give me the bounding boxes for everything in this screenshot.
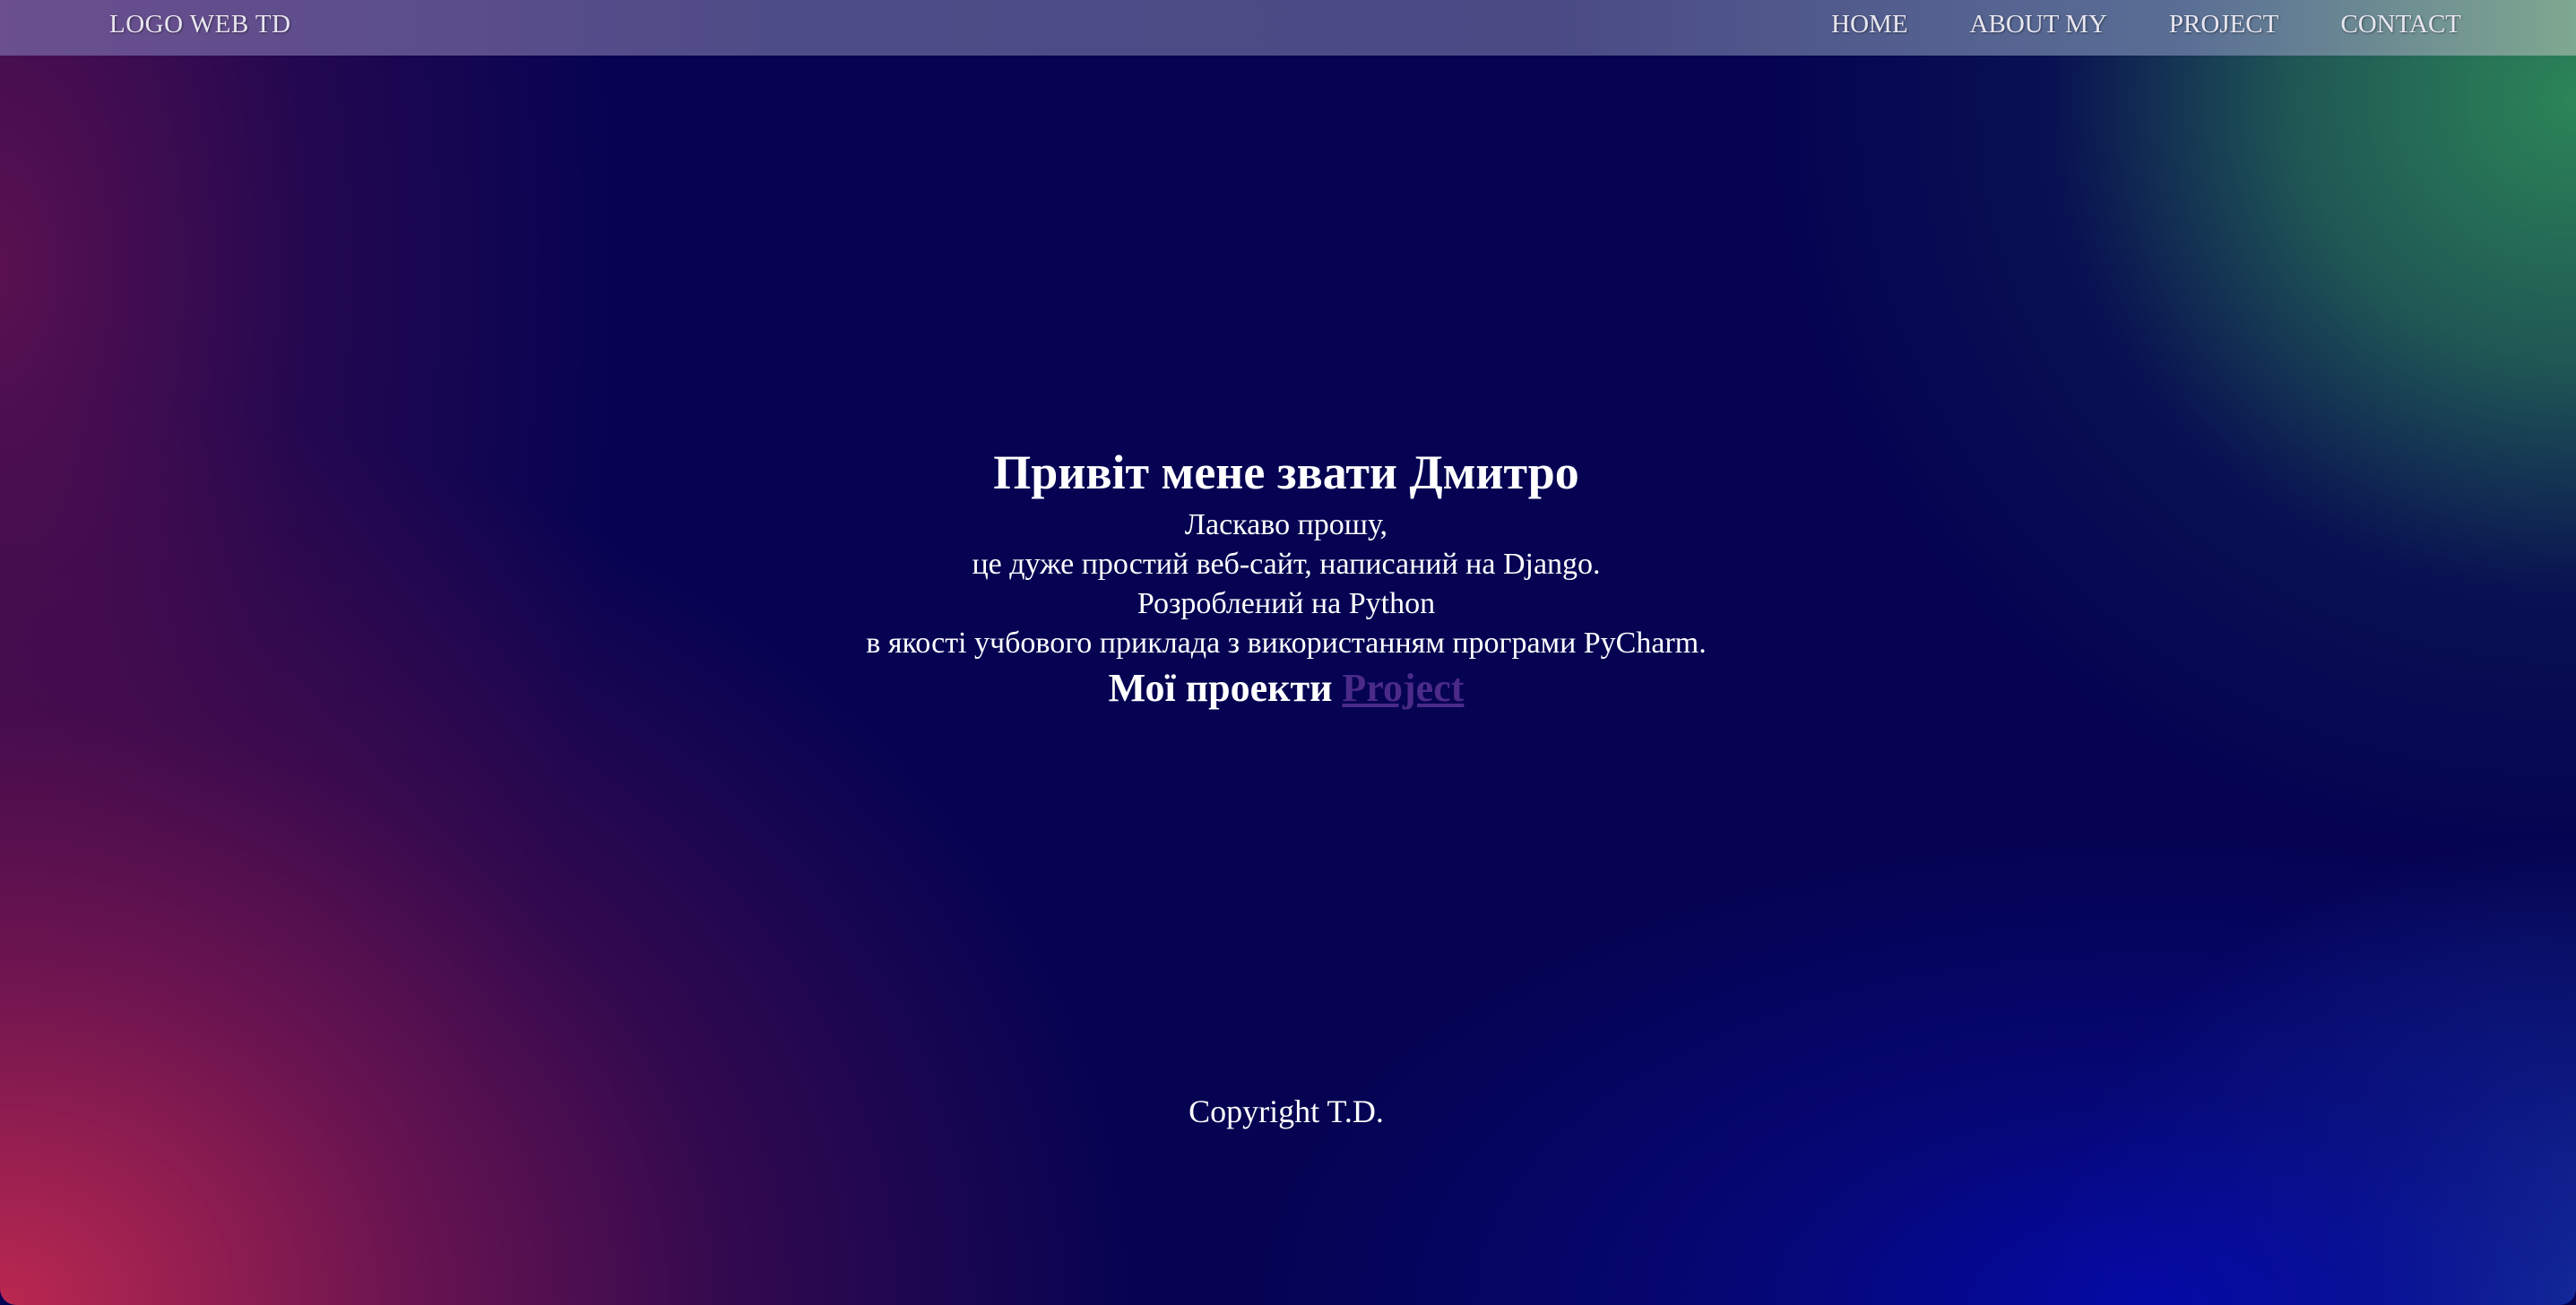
nav-home-link[interactable]: HOME [1831, 0, 1907, 48]
nav-about-link[interactable]: ABOUT MY [1970, 0, 2107, 48]
navbar: LOGO WEB TD HOME ABOUT MY PROJECT CONTAC… [0, 0, 2576, 56]
hero-line-purpose: в якості учбового приклада з використанн… [866, 627, 1707, 660]
nav-menu: HOME ABOUT MY PROJECT CONTACT [1769, 0, 2461, 48]
hero-line-description: це дуже простий веб-сайт, написаний на D… [972, 548, 1601, 581]
hero-line-welcome: Ласкаво прошу, [1184, 508, 1388, 541]
projects-label: Мої проекти [1108, 666, 1333, 710]
site-logo[interactable]: LOGO WEB TD [109, 0, 291, 48]
nav-contact-link[interactable]: CONTACT [2340, 0, 2461, 48]
footer-copyright: Copyright T.D. [1189, 1093, 1384, 1129]
projects-link[interactable]: Project [1342, 666, 1464, 710]
hero-section: Привіт мене звати Дмитро Ласкаво прошу, … [0, 439, 2572, 713]
nav-project-link[interactable]: PROJECT [2169, 0, 2278, 48]
projects-heading: Мої проекти Project [0, 663, 2572, 713]
hero-title: Привіт мене звати Дмитро [993, 445, 1579, 499]
hero-line-developed: Розроблений на Python [1137, 587, 1436, 620]
